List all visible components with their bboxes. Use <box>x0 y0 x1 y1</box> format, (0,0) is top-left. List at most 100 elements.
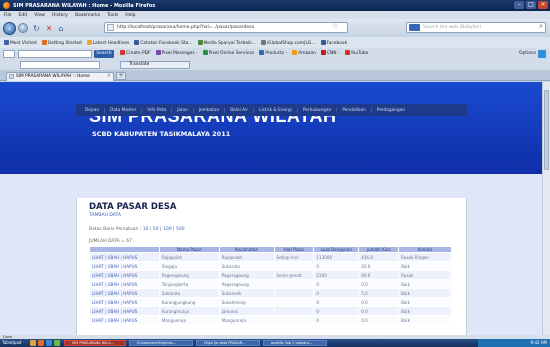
quicklaunch-folder-icon[interactable] <box>30 340 36 346</box>
site-menu-perdagangan[interactable]: Perdagangan <box>372 108 410 113</box>
bookmark-latest-headlines[interactable]: Latest Headlines <box>86 39 129 46</box>
menu-view[interactable]: View <box>34 13 45 18</box>
maximize-button[interactable]: □ <box>526 1 536 9</box>
bookmark-getting-started[interactable]: Getting Started <box>41 39 82 46</box>
web-search-box[interactable]: Search the web (Babylon) ⌕ <box>406 22 546 33</box>
site-menu-pendidikan[interactable]: Pendidikan <box>337 107 372 113</box>
view-link[interactable]: LIHAT <box>92 309 104 314</box>
secondary-input[interactable] <box>20 61 100 69</box>
start-button[interactable]: Tabletpad <box>2 340 28 346</box>
site-menu-perhubungan[interactable]: Perhubungan <box>298 107 338 113</box>
stop-icon[interactable]: ✕ <box>46 24 53 33</box>
close-button[interactable]: × <box>538 1 548 9</box>
quicklaunch-firefox-icon[interactable] <box>38 340 44 346</box>
site-menu-listrik-energi[interactable]: Listrik & Energi <box>254 107 298 113</box>
tab-home[interactable]: SIM PRASARANA WILAYAH :: Home × <box>6 72 114 81</box>
cell-luas-bangunan: 0 <box>313 315 360 325</box>
home-icon[interactable]: ⌂ <box>58 24 63 33</box>
bookmark-facebook[interactable]: Facebook <box>320 39 347 46</box>
site-menu-jalan[interactable]: Jalan <box>172 107 194 113</box>
delete-link[interactable]: HAPUS <box>123 300 137 305</box>
site-menu-balai-air[interactable]: Balai Air <box>225 107 255 113</box>
addon-search-input[interactable] <box>18 50 92 58</box>
toolbar-cnn[interactable]: CNN - <box>320 50 340 58</box>
forward-button[interactable]: › <box>18 23 28 33</box>
vertical-scrollbar[interactable] <box>542 82 550 335</box>
bookmark-star-icon[interactable]: ☆ <box>332 22 338 30</box>
task-ppakfa[interactable]: ppakfa: tab 1 prasara... <box>263 340 327 346</box>
new-tab-button[interactable]: + <box>116 72 126 80</box>
site-menu-data-master[interactable]: Data Master <box>105 107 143 113</box>
delete-link[interactable]: HAPUS <box>123 264 137 269</box>
cell-kondisi: Baik <box>398 315 452 325</box>
toolbar-products[interactable]: Products - <box>259 50 287 58</box>
menu-bookmarks[interactable]: Bookmarks <box>75 13 100 18</box>
view-link[interactable]: LIHAT <box>92 318 104 323</box>
toolbar-youtube[interactable]: YouTube <box>344 50 368 58</box>
scrollbar-thumb[interactable] <box>544 90 549 170</box>
row-limit-500[interactable]: 500 <box>176 227 185 232</box>
site-menu-info-peta[interactable]: Info Peta <box>142 107 173 113</box>
view-link[interactable]: LIHAT <box>92 291 104 296</box>
quicklaunch-browser-icon[interactable] <box>46 340 52 346</box>
menu-file[interactable]: File <box>4 13 12 18</box>
view-link[interactable]: LIHAT <box>92 273 104 278</box>
view-link[interactable]: LIHAT <box>92 300 104 305</box>
toolbar-amazon[interactable]: Amazon <box>292 50 316 58</box>
table-row: LIHAT | UBAH | HAPUS Karangjungkung Sukahe… <box>89 297 452 307</box>
bookmark-media-sparyal[interactable]: Media Sparyal Terbaik... <box>197 39 256 46</box>
menu-history[interactable]: History <box>52 13 68 18</box>
row-limit-50[interactable]: 50 <box>153 227 159 232</box>
delete-link[interactable]: HAPUS <box>123 282 137 287</box>
back-button[interactable]: ‹ <box>3 21 16 35</box>
addon-logo-box[interactable] <box>3 50 15 58</box>
task-folder[interactable]: D:\sampah\titi\pedar... <box>129 340 193 346</box>
tab-close-icon[interactable]: × <box>107 73 111 80</box>
view-link[interactable]: LIHAT <box>92 282 104 287</box>
site-menu-jembatan[interactable]: Jembatan <box>194 107 226 113</box>
edit-link[interactable]: UBAH <box>108 300 120 305</box>
toolbar-create-pdf[interactable]: Create PDF <box>120 50 151 58</box>
minimize-button[interactable]: – <box>514 1 524 9</box>
search-icon[interactable]: ⌕ <box>539 22 543 31</box>
menu-help[interactable]: Help <box>125 13 135 18</box>
edit-link[interactable]: UBAH <box>108 291 120 296</box>
bookmark-iglobalshop[interactable]: iGlobalShop.com|LG... <box>260 39 316 46</box>
delete-link[interactable]: HAPUS <box>123 309 137 314</box>
task-hijau-ijo[interactable]: Hijau Ijo data PRASAR... <box>196 340 260 346</box>
toolbar-options[interactable]: Options <box>519 50 536 58</box>
edit-link[interactable]: UBAH <box>108 255 120 260</box>
menu-edit[interactable]: Edit <box>19 13 28 18</box>
edit-link[interactable]: UBAH <box>108 309 120 314</box>
table-row: LIHAT | UBAH | HAPUS Karangmulya Jamanis 0 0… <box>89 306 452 316</box>
edit-link[interactable]: UBAH <box>108 264 120 269</box>
toolbar-pixel-messages[interactable]: Pixel Messages - <box>155 50 198 58</box>
view-link[interactable]: LIHAT <box>92 264 104 269</box>
bookmark-most-visited[interactable]: Most Visited <box>4 39 37 46</box>
quicklaunch-app-icon[interactable] <box>54 340 60 346</box>
cell-nama-pasar: Karangmulya <box>158 306 220 316</box>
row-limit-10[interactable]: 10 <box>143 227 149 232</box>
task-sim-prasarana[interactable]: SIM PRASARANA WILA... <box>64 340 126 346</box>
edit-link[interactable]: UBAH <box>108 282 120 287</box>
bookmark-catatan-facebook[interactable]: Catatan Facebook Sta... <box>134 39 193 46</box>
menu-tools[interactable]: Tools <box>107 13 118 18</box>
row-limit-100[interactable]: 100 <box>163 227 172 232</box>
addon-search-button[interactable]: Search <box>94 50 114 58</box>
toolbar-pixel-online[interactable]: Pixel Online Services <box>202 50 254 58</box>
url-bar[interactable]: http://localhost/prasarana/home.php?hal=… <box>104 22 348 33</box>
reload-icon[interactable]: ↻ <box>33 24 40 33</box>
delete-link[interactable]: HAPUS <box>123 291 137 296</box>
edit-link[interactable]: UBAH <box>108 318 120 323</box>
star-icon <box>4 39 9 45</box>
translate-button[interactable]: Translate <box>120 61 190 69</box>
add-data-link[interactable]: TAMBAH DATA <box>89 213 121 218</box>
edit-link[interactable]: UBAH <box>108 273 120 278</box>
search-engine-icon[interactable] <box>409 24 420 31</box>
delete-link[interactable]: HAPUS <box>123 318 137 323</box>
options-icon[interactable] <box>538 50 546 58</box>
delete-link[interactable]: HAPUS <box>123 273 137 278</box>
view-link[interactable]: LIHAT <box>92 255 104 260</box>
site-menu-depan[interactable]: Depan <box>80 107 106 113</box>
delete-link[interactable]: HAPUS <box>123 255 137 260</box>
